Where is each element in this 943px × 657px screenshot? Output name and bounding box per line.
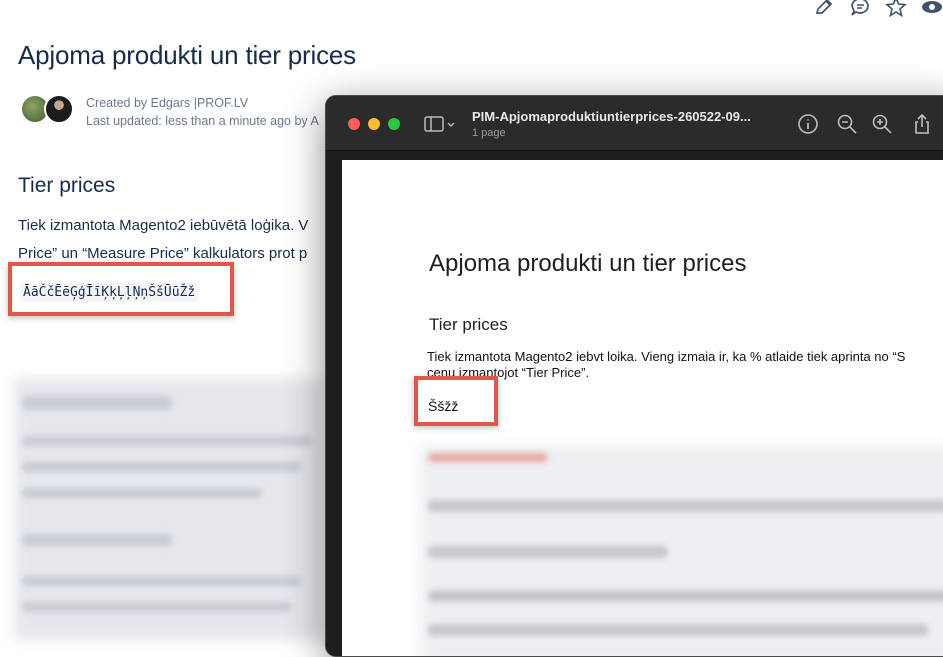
page-count: 1 page <box>472 127 506 139</box>
blurred-line <box>22 436 312 446</box>
page-toolbar <box>813 0 943 18</box>
window-title: PIM-Apjomaproduktiuntierprices-260522-09… <box>472 109 751 124</box>
doc-title: Apjoma produkti un tier prices <box>429 250 747 277</box>
blurred-line <box>22 462 302 472</box>
star-icon[interactable] <box>885 0 907 18</box>
eye-icon[interactable] <box>921 0 943 18</box>
blurred-line <box>22 534 172 546</box>
blurred-line <box>22 488 262 498</box>
blurred-line <box>22 602 292 612</box>
window-titlebar: PIM-Apjomaproduktiuntierprices-260522-09… <box>326 96 943 151</box>
blurred-line <box>428 546 668 558</box>
info-icon[interactable] <box>797 113 819 135</box>
section-paragraph: Tiek izmantota Magento2 iebūvētā loģika.… <box>18 212 338 268</box>
minimize-button[interactable] <box>368 118 380 130</box>
maximize-button[interactable] <box>388 118 400 130</box>
doc-heading: Tier prices <box>429 315 508 334</box>
zoom-in-icon[interactable] <box>871 113 893 135</box>
doc-line: Tiek izmantota Magento2 iebvt loika. Vie… <box>427 349 906 364</box>
blurred-line <box>22 576 302 586</box>
share-icon[interactable] <box>911 113 933 135</box>
blurred-content <box>14 378 324 640</box>
blurred-line <box>22 396 172 410</box>
last-updated: Last updated: less than a minute ago by … <box>86 114 319 128</box>
close-button[interactable] <box>348 118 360 130</box>
comment-icon[interactable] <box>849 0 871 18</box>
zoom-out-icon[interactable] <box>836 113 858 135</box>
pencil-icon[interactable] <box>813 0 835 18</box>
doc-line: cenu izmantojot “Tier Price”. <box>427 365 590 380</box>
blurred-line <box>428 500 943 512</box>
sidebar-icon[interactable] <box>424 115 456 133</box>
highlight-box <box>414 376 498 426</box>
doc-paragraph: Tiek izmantota Magento2 iebvt loika. Vie… <box>427 349 943 381</box>
blurred-line <box>428 624 928 636</box>
byline-text: Created by Edgars |PROF.LV Last updated:… <box>86 94 319 130</box>
section-heading: Tier prices <box>18 174 116 197</box>
paragraph-line: Tiek izmantota Magento2 iebūvētā loģika.… <box>18 217 309 234</box>
created-by: Created by Edgars |PROF.LV <box>86 96 249 110</box>
byline: Created by Edgars |PROF.LV Last updated:… <box>20 94 319 130</box>
page-title: Apjoma produkti un tier prices <box>18 40 356 70</box>
avatar[interactable] <box>44 94 74 124</box>
highlight-box <box>8 262 234 316</box>
blurred-line <box>428 453 548 462</box>
blurred-line <box>428 590 943 602</box>
